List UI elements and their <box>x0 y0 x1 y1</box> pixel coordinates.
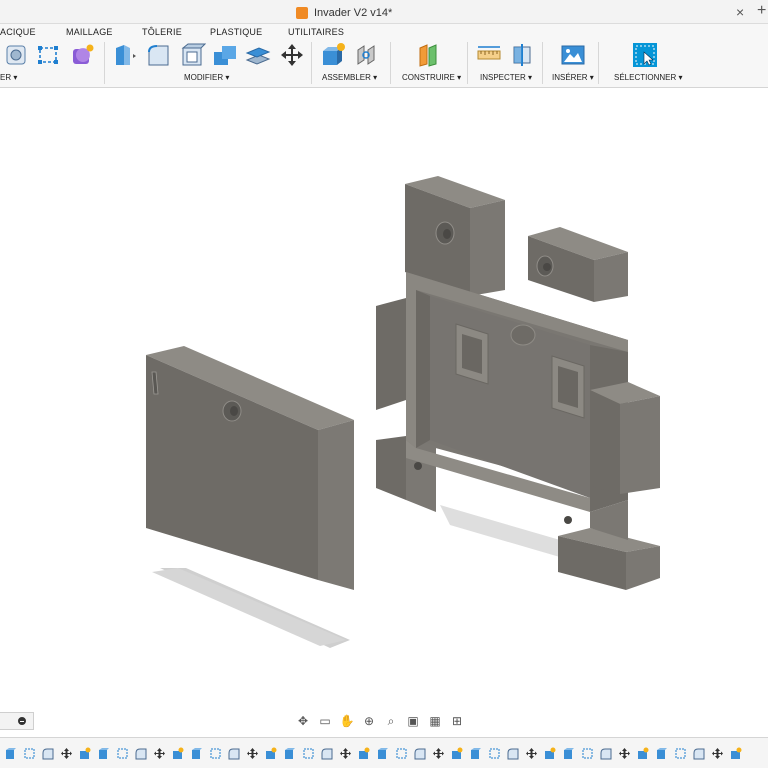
look-at-icon[interactable]: ▭ <box>316 713 334 729</box>
pan-icon[interactable]: ✋ <box>338 713 356 729</box>
toolbar-ribbon: ACIQUE MAILLAGE TÔLERIE PLASTIQUE UTILIT… <box>0 24 768 88</box>
move-icon[interactable] <box>279 42 305 68</box>
offset-face-icon[interactable] <box>245 42 271 68</box>
lid-part[interactable] <box>146 346 354 590</box>
timeline-feature-sketch-icon[interactable] <box>23 747 36 760</box>
measure-icon[interactable] <box>476 42 502 68</box>
close-tab-icon[interactable]: × <box>736 4 744 20</box>
display-settings-icon[interactable]: ▣ <box>404 713 422 729</box>
timeline-feature-move-icon[interactable] <box>60 747 73 760</box>
timeline-feature-sketch-icon[interactable] <box>581 747 594 760</box>
timeline-feature-extrude-icon[interactable] <box>190 747 203 760</box>
timeline-feature-extrude-icon[interactable] <box>97 747 110 760</box>
zoom-icon[interactable]: ⌕ <box>382 713 400 729</box>
model-view[interactable] <box>0 88 768 708</box>
timeline-feature-fillet-icon[interactable] <box>134 747 147 760</box>
timeline-feature-move-icon[interactable] <box>153 747 166 760</box>
insert-canvas-icon[interactable] <box>560 42 586 68</box>
shell-icon[interactable] <box>180 42 206 68</box>
ribbon-separator <box>104 42 105 84</box>
timeline-feature-fillet-icon[interactable] <box>506 747 519 760</box>
timeline-feature-move-icon[interactable] <box>618 747 631 760</box>
select-group-label[interactable]: SÉLECTIONNER ▾ <box>614 73 682 82</box>
document-icon <box>296 7 308 19</box>
create-sketch-rectangle-icon[interactable] <box>36 42 62 68</box>
timeline-feature-move-icon[interactable] <box>246 747 259 760</box>
lid-shadow-soft <box>152 568 346 646</box>
tab-surface[interactable]: ACIQUE <box>0 27 36 37</box>
assemble-group-label[interactable]: ASSEMBLER ▾ <box>322 73 377 82</box>
tab-mesh[interactable]: MAILLAGE <box>66 27 113 37</box>
timeline-feature-extrude-icon[interactable] <box>655 747 668 760</box>
ribbon-separator <box>542 42 543 84</box>
ribbon-separator <box>311 42 312 84</box>
press-pull-icon[interactable] <box>112 42 138 68</box>
canvas-viewport[interactable] <box>0 88 768 708</box>
inspect-group-label[interactable]: INSPECTER ▾ <box>480 73 532 82</box>
section-analysis-icon[interactable] <box>510 42 536 68</box>
viewports-icon[interactable]: ⊞ <box>448 713 466 729</box>
timeline-feature-joint-icon[interactable] <box>729 747 742 760</box>
timeline-feature-joint-icon[interactable] <box>636 747 649 760</box>
insert-group-label[interactable]: INSÉRER ▾ <box>552 73 594 82</box>
body-shadow <box>440 505 570 560</box>
timeline <box>0 737 768 768</box>
comments-panel-collapsed[interactable] <box>0 712 34 730</box>
timeline-feature-fillet-icon[interactable] <box>413 747 426 760</box>
timeline-feature-joint-icon[interactable] <box>450 747 463 760</box>
timeline-feature-move-icon[interactable] <box>432 747 445 760</box>
create-primitive-icon[interactable] <box>70 42 96 68</box>
ribbon-separator <box>390 42 391 84</box>
tab-sheet-metal[interactable]: TÔLERIE <box>142 27 182 37</box>
timeline-feature-extrude-icon[interactable] <box>376 747 389 760</box>
modify-group-label[interactable]: MODIFIER ▾ <box>184 73 229 82</box>
timeline-feature-move-icon[interactable] <box>711 747 724 760</box>
timeline-feature-joint-icon[interactable] <box>543 747 556 760</box>
fillet-icon[interactable] <box>146 42 172 68</box>
timeline-feature-sketch-icon[interactable] <box>488 747 501 760</box>
ribbon-separator <box>598 42 599 84</box>
document-tab[interactable]: Invader V2 v14* <box>296 4 392 22</box>
timeline-feature-sketch-icon[interactable] <box>302 747 315 760</box>
timeline-feature-sketch-icon[interactable] <box>674 747 687 760</box>
timeline-feature-sketch-icon[interactable] <box>395 747 408 760</box>
tab-utilities[interactable]: UTILITAIRES <box>288 27 344 37</box>
timeline-feature-sketch-icon[interactable] <box>116 747 129 760</box>
zoom-window-icon[interactable]: ⊕ <box>360 713 378 729</box>
timeline-feature-extrude-icon[interactable] <box>562 747 575 760</box>
title-bar: Invader V2 v14* × + <box>0 0 768 24</box>
timeline-feature-move-icon[interactable] <box>339 747 352 760</box>
timeline-feature-joint-icon[interactable] <box>78 747 91 760</box>
fusion-app-window: Invader V2 v14* × + ACIQUE MAILLAGE TÔLE… <box>0 0 768 768</box>
ribbon-separator <box>467 42 468 84</box>
new-component-icon[interactable] <box>320 42 346 68</box>
document-title: Invader V2 v14* <box>314 7 393 19</box>
construct-group-label[interactable]: CONSTRUIRE ▾ <box>402 73 461 82</box>
select-icon[interactable] <box>632 42 658 68</box>
timeline-feature-joint-icon[interactable] <box>171 747 184 760</box>
timeline-feature-extrude-icon[interactable] <box>283 747 296 760</box>
create-form-icon[interactable] <box>4 42 30 68</box>
timeline-feature-joint-icon[interactable] <box>357 747 370 760</box>
timeline-feature-sketch-icon[interactable] <box>209 747 222 760</box>
timeline-feature-fillet-icon[interactable] <box>41 747 54 760</box>
joint-icon[interactable] <box>354 42 380 68</box>
timeline-feature-fillet-icon[interactable] <box>320 747 333 760</box>
timeline-feature-move-icon[interactable] <box>525 747 538 760</box>
timeline-feature-joint-icon[interactable] <box>264 747 277 760</box>
new-tab-icon[interactable]: + <box>757 2 766 20</box>
grid-icon[interactable]: ▦ <box>426 713 444 729</box>
create-group-label[interactable]: ER ▾ <box>0 73 17 82</box>
timeline-feature-fillet-icon[interactable] <box>692 747 705 760</box>
timeline-feature-fillet-icon[interactable] <box>599 747 612 760</box>
timeline-feature-extrude-icon[interactable] <box>4 747 17 760</box>
tab-plastic[interactable]: PLASTIQUE <box>210 27 262 37</box>
combine-icon[interactable] <box>212 42 238 68</box>
timeline-feature-fillet-icon[interactable] <box>227 747 240 760</box>
offset-plane-icon[interactable] <box>416 42 442 68</box>
orbit-icon[interactable]: ✥ <box>294 713 312 729</box>
navigation-bar: ✥ ▭ ✋ ⊕ ⌕ ▣ ▦ ⊞ <box>294 711 466 731</box>
comments-collapse-icon[interactable] <box>18 717 26 725</box>
timeline-feature-extrude-icon[interactable] <box>469 747 482 760</box>
